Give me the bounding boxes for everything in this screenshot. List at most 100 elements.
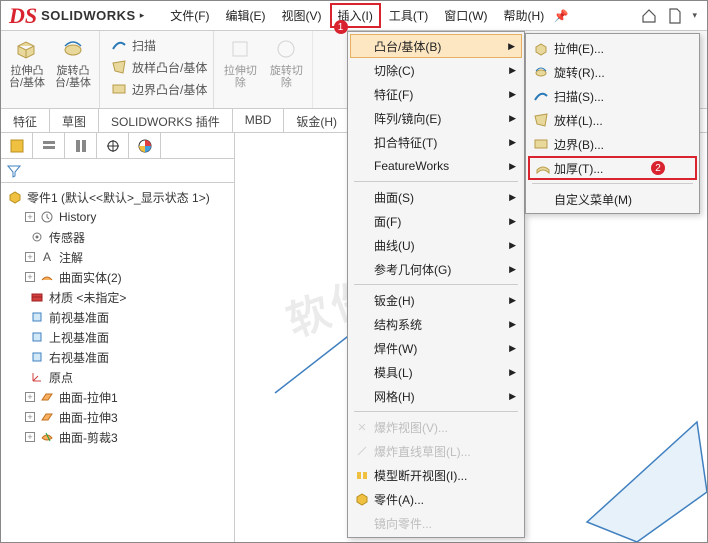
tab-sketch[interactable]: 草图: [50, 109, 99, 132]
top-right-tools: ▾: [640, 7, 707, 25]
menu-sheetmetal[interactable]: 钣金(H)▶: [350, 288, 522, 312]
extrude-icon: [13, 35, 41, 63]
tab-addins[interactable]: SOLIDWORKS 插件: [99, 109, 233, 132]
menu-explode-line: 爆炸直线草图(L)...: [350, 439, 522, 463]
callout-2-icon: 2: [651, 161, 665, 175]
tree-root[interactable]: 零件1 (默认<<默认>_显示状态 1>): [3, 187, 232, 207]
submenu-arrow-icon: ▶: [509, 343, 516, 354]
expand-icon[interactable]: +: [25, 212, 35, 222]
menu-mesh[interactable]: 网格(H)▶: [350, 384, 522, 408]
submenu-customize[interactable]: 自定义菜单(M): [528, 187, 697, 211]
tree-history[interactable]: +History: [3, 207, 232, 227]
submenu-sweep[interactable]: 扫描(S)...: [528, 84, 697, 108]
panel-tab-appearance[interactable]: [129, 133, 161, 158]
submenu-arrow-icon: ▶: [508, 41, 515, 52]
callout-1-icon: 1: [334, 20, 348, 34]
submenu-arrow-icon: ▶: [509, 367, 516, 378]
tree-sensor[interactable]: 传感器: [3, 227, 232, 247]
feature-tree: 零件1 (默认<<默认>_显示状态 1>) +History 传感器 +A注解 …: [1, 183, 234, 542]
menu-model-break[interactable]: 模型断开视图(I)...: [350, 463, 522, 487]
ribbon-revolve-boss[interactable]: 旋转凸台/基体: [53, 35, 93, 89]
menu-surface[interactable]: 曲面(S)▶: [350, 185, 522, 209]
menu-help[interactable]: 帮助(H): [496, 3, 553, 28]
submenu-extrude[interactable]: 拉伸(E)...: [528, 36, 697, 60]
menu-explode-view: 爆炸视图(V)...: [350, 415, 522, 439]
submenu-arrow-icon: ▶: [509, 65, 516, 76]
panel-tab-property[interactable]: [33, 133, 65, 158]
menu-view[interactable]: 视图(V): [274, 3, 330, 28]
submenu-thicken[interactable]: 加厚(T)... 2: [528, 156, 697, 180]
logo-ds-icon: DS: [9, 3, 37, 29]
extrude-cut-icon: [226, 35, 254, 63]
home-icon[interactable]: [640, 7, 658, 25]
pin-icon[interactable]: 📌: [552, 7, 570, 25]
title-bar: DS SOLIDWORKS ▸ 文件(F) 编辑(E) 视图(V) 插入(I) …: [1, 1, 707, 31]
menu-fastening[interactable]: 扣合特征(T)▶: [350, 130, 522, 154]
menu-weldment[interactable]: 焊件(W)▶: [350, 336, 522, 360]
menu-tools[interactable]: 工具(T): [381, 3, 436, 28]
boundary-icon: [110, 80, 128, 98]
menu-pattern[interactable]: 阵列/镜向(E)▶: [350, 106, 522, 130]
menu-cut[interactable]: 切除(C)▶: [350, 58, 522, 82]
tree-surface-bodies[interactable]: +曲面实体(2): [3, 267, 232, 287]
menu-file[interactable]: 文件(F): [162, 3, 217, 28]
tree-material[interactable]: 材质 <未指定>: [3, 287, 232, 307]
svg-text:A: A: [43, 250, 51, 264]
submenu-boundary[interactable]: 边界(B)...: [528, 132, 697, 156]
menu-ref-geom[interactable]: 参考几何体(G)▶: [350, 257, 522, 281]
expand-icon[interactable]: +: [25, 432, 35, 442]
menu-edit[interactable]: 编辑(E): [218, 3, 274, 28]
new-doc-icon[interactable]: [666, 7, 684, 25]
thicken-icon: [534, 159, 552, 177]
menu-mold[interactable]: 模具(L)▶: [350, 360, 522, 384]
loft-icon: [532, 111, 550, 129]
sweep-icon: [110, 36, 128, 54]
expand-icon[interactable]: +: [25, 392, 35, 402]
menu-part[interactable]: 零件(A)...: [350, 487, 522, 511]
submenu-arrow-icon: ▶: [509, 240, 516, 251]
panel-tabs: [1, 133, 234, 159]
tab-mbd[interactable]: MBD: [233, 109, 285, 132]
expand-icon[interactable]: +: [25, 272, 35, 282]
history-icon: [39, 209, 55, 225]
menu-insert[interactable]: 插入(I) 1: [330, 3, 381, 28]
menu-boss-base[interactable]: 凸台/基体(B)▶: [350, 34, 522, 58]
ribbon-boundary[interactable]: 边界凸台/基体: [110, 79, 207, 99]
explode-line-icon: [354, 443, 370, 459]
tree-surface-trim3[interactable]: +曲面-剪裁3: [3, 427, 232, 447]
panel-tab-feature-tree[interactable]: [1, 133, 33, 158]
ribbon-sweep[interactable]: 扫描: [110, 35, 207, 55]
panel-tab-config[interactable]: [65, 133, 97, 158]
submenu-revolve[interactable]: 旋转(R)...: [528, 60, 697, 84]
tab-sheetmetal[interactable]: 钣金(H): [284, 109, 350, 132]
menu-feature[interactable]: 特征(F)▶: [350, 82, 522, 106]
menu-face[interactable]: 面(F)▶: [350, 209, 522, 233]
submenu-loft[interactable]: 放样(L)...: [528, 108, 697, 132]
tree-top-plane[interactable]: 上视基准面: [3, 327, 232, 347]
insert-menu: 凸台/基体(B)▶ 切除(C)▶ 特征(F)▶ 阵列/镜向(E)▶ 扣合特征(T…: [347, 31, 525, 538]
plane-icon: [29, 349, 45, 365]
submenu-arrow-icon: ▶: [509, 264, 516, 275]
expand-icon[interactable]: +: [25, 252, 35, 262]
expand-icon[interactable]: +: [25, 412, 35, 422]
ribbon-extrude-boss[interactable]: 拉伸凸台/基体: [7, 35, 47, 89]
submenu-arrow-icon: ▶: [509, 391, 516, 402]
tree-right-plane[interactable]: 右视基准面: [3, 347, 232, 367]
ribbon-loft[interactable]: 放样凸台/基体: [110, 57, 207, 77]
extrude-icon: [532, 39, 550, 57]
part-icon: [7, 189, 23, 205]
tree-surface-extrude1[interactable]: +曲面-拉伸1: [3, 387, 232, 407]
tree-front-plane[interactable]: 前视基准面: [3, 307, 232, 327]
app-logo: DS SOLIDWORKS ▸: [1, 3, 152, 29]
tree-filter[interactable]: [1, 159, 234, 183]
tab-feature[interactable]: 特征: [1, 109, 50, 132]
tree-surface-extrude3[interactable]: +曲面-拉伸3: [3, 407, 232, 427]
menu-curve[interactable]: 曲线(U)▶: [350, 233, 522, 257]
tree-origin[interactable]: 原点: [3, 367, 232, 387]
menu-window[interactable]: 窗口(W): [436, 3, 495, 28]
menu-structure[interactable]: 结构系统▶: [350, 312, 522, 336]
menu-featureworks[interactable]: FeatureWorks▶: [350, 154, 522, 178]
panel-tab-dim[interactable]: [97, 133, 129, 158]
tree-annot[interactable]: +A注解: [3, 247, 232, 267]
boundary-icon: [532, 135, 550, 153]
